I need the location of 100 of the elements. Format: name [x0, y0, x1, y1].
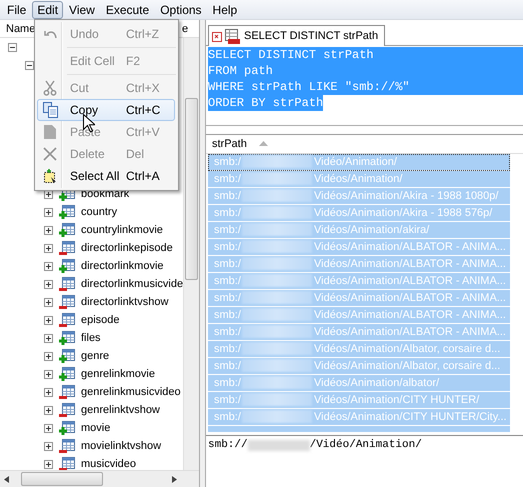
table-name[interactable]: files [81, 332, 101, 344]
redaction-blur [248, 440, 310, 450]
query-tab[interactable]: SELECT DISTINCT strPath [208, 25, 386, 46]
redaction-blur [242, 393, 312, 406]
collapse-icon[interactable] [25, 60, 34, 70]
scrollbar[interactable] [183, 38, 199, 470]
select-all-icon [44, 169, 56, 183]
collapse-icon[interactable] [8, 42, 17, 52]
expand-icon[interactable] [44, 262, 53, 270]
table-name[interactable]: countrylinkmovie [81, 224, 163, 236]
table-cell-text: Vidéos/Animation/ALBATOR - ANIMA... [313, 326, 506, 338]
menu-item[interactable]: Help [208, 0, 242, 18]
table-cell-text: Vidéos/Animation/CITY HUNTER/City... [313, 410, 507, 423]
table-cell-text: smb:/ [213, 342, 242, 355]
redaction-blur [242, 155, 312, 168]
scissors-icon [43, 80, 57, 96]
table-cell-text: Vidéos/Animation/Albator, corsaire d... [313, 342, 500, 355]
expand-icon[interactable] [44, 406, 53, 414]
table-cell-text: smb:/ [213, 410, 242, 423]
sql-table-icon [212, 28, 240, 44]
redaction-blur [242, 274, 312, 288]
expand-icon[interactable] [44, 334, 53, 342]
redaction-blur [242, 223, 312, 236]
table-cell-text: Vidéos/Animation/akira/ [313, 224, 430, 236]
table-cell-text: Vidéos/Animation/ALBATOR - ANIMA... [313, 308, 506, 321]
column-header[interactable]: strPath [206, 135, 510, 153]
table-cell-text: Vidéo/Animation/ [313, 156, 397, 168]
table-cell-text: Vidéos/Animation/ALBATOR - ANIMA... [313, 274, 506, 287]
table-cell-text: Vidéos/Animation/Akira - 1988 576p/ [313, 206, 492, 219]
redaction-blur [242, 206, 312, 220]
expand-icon[interactable] [44, 316, 53, 324]
table-cell-text: smb:/ [213, 172, 242, 185]
table-cell-text: smb:/ [213, 258, 242, 270]
table-cell-text: smb:/ [213, 240, 242, 253]
menu-item[interactable]: Select All Ctrl+A [37, 165, 175, 187]
table-name[interactable]: episode [81, 314, 120, 326]
table-name[interactable]: genrelinktvshow [81, 404, 160, 416]
expand-icon[interactable] [44, 352, 53, 360]
table-cell-text: smb:/ [213, 292, 242, 304]
expand-icon[interactable] [44, 388, 53, 396]
column-header[interactable]: e [182, 22, 188, 34]
table-cell-text: Vidéos/Animation/Albator, corsaire d... [313, 360, 500, 372]
expand-icon[interactable] [44, 370, 53, 378]
redaction-blur [242, 291, 312, 304]
expand-icon[interactable] [44, 244, 53, 252]
table-cell-text: smb:/ [213, 274, 242, 287]
menu-item[interactable]: File [2, 0, 32, 18]
scroll-right-icon[interactable] [172, 476, 177, 482]
redaction-blur [242, 240, 312, 254]
scroll-left-icon[interactable] [4, 476, 9, 482]
table-cell-text: Vidéos/Animation/ALBATOR - ANIMA... [313, 258, 506, 270]
redaction-blur [242, 257, 312, 270]
expand-icon[interactable] [44, 190, 53, 198]
redaction-blur [242, 359, 312, 372]
table-name[interactable]: movie [81, 422, 110, 434]
table-name[interactable]: directorlinkmusicvide [81, 278, 183, 290]
sql-line: SELECT DISTINCT strPath [208, 47, 374, 63]
table-name[interactable]: directorlinktvshow [81, 296, 168, 308]
copy-icon [42, 102, 58, 118]
expand-icon[interactable] [44, 298, 53, 306]
table-cell-text: smb:/ [213, 224, 242, 236]
menu-item[interactable]: Copy Ctrl+C [37, 99, 175, 121]
table-name[interactable]: movielinktvshow [81, 440, 162, 452]
redaction-blur [242, 342, 312, 356]
table-name[interactable]: musicvideo [81, 458, 136, 470]
table-name[interactable]: genrelinkmusicvideo [81, 386, 181, 398]
table-cell-text: Vidéos/Animation/albator/ [313, 376, 440, 389]
cell-value: smb:// [208, 439, 248, 451]
expand-icon[interactable] [44, 424, 53, 432]
redaction-blur [242, 410, 312, 424]
menu-item[interactable]: Edit [32, 0, 64, 18]
sql-line: FROM path [208, 63, 273, 79]
table-cell-text: smb:/ [213, 360, 242, 372]
delete-icon [43, 147, 57, 161]
menu-item[interactable]: Execute [100, 0, 154, 18]
cell-value: /Vidéo/Animation/ [310, 439, 422, 451]
table-name[interactable]: genrelinkmovie [81, 368, 155, 380]
sql-line: ORDER BY strPath [208, 95, 324, 111]
sql-line: WHERE strPath LIKE "smb://%" [208, 79, 410, 95]
table-name[interactable]: directorlinkmovie [81, 260, 164, 272]
expand-icon[interactable] [44, 226, 53, 234]
table-name[interactable]: country [81, 206, 118, 218]
expand-icon[interactable] [44, 280, 53, 288]
redaction-blur [242, 308, 312, 322]
scrollbar[interactable] [0, 470, 199, 487]
table-cell-text: smb:/ [213, 326, 242, 338]
table-cell-text: smb:/ [213, 156, 242, 168]
table-cell-text: smb:/ [213, 376, 242, 389]
table-cell-text: Vidéos/Animation/Akira - 1988 1080p/ [313, 190, 498, 202]
table-name[interactable]: genre [81, 350, 110, 362]
menu-item[interactable]: View [64, 0, 100, 18]
expand-icon[interactable] [44, 442, 53, 450]
menu-item[interactable]: Options [155, 0, 207, 18]
expand-icon[interactable] [44, 208, 53, 216]
table-cell-text: Vidéos/Animation/CITY HUNTER/ [313, 394, 480, 406]
expand-icon[interactable] [44, 460, 53, 468]
table-cell-text: Vidéos/Animation/ [313, 172, 402, 185]
table-name[interactable]: directorlinkepisode [81, 242, 173, 254]
redaction-blur [242, 376, 312, 390]
table-cell-text: smb:/ [213, 308, 242, 321]
